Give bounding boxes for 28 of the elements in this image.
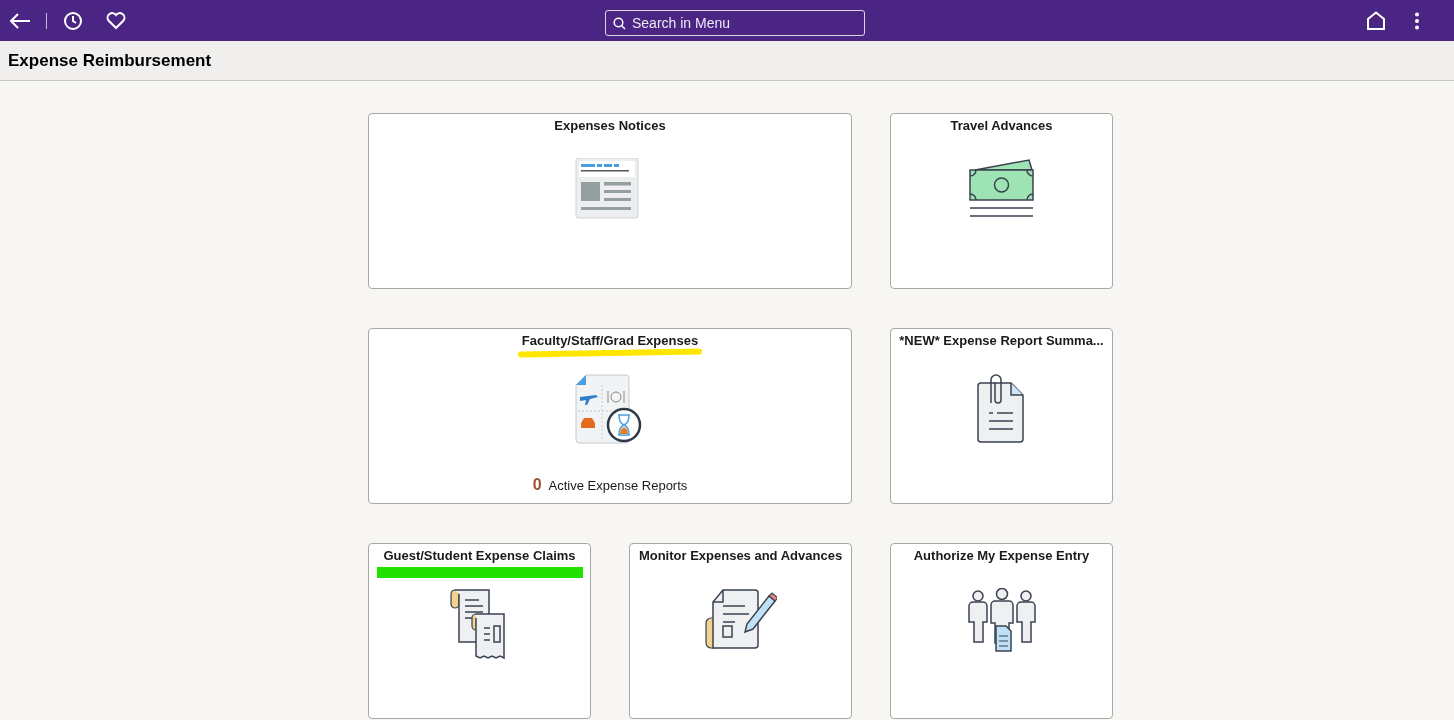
tile-title: Guest/Student Expense Claims [383,548,576,564]
tile-title: Faculty/Staff/Grad Expenses [521,333,699,349]
people-document-icon [966,588,1037,654]
home-icon[interactable] [1366,11,1386,30]
count-label: Active Expense Reports [548,477,688,495]
more-icon[interactable] [1414,12,1420,30]
tile[interactable]: Travel Advances [890,113,1113,289]
tile-title: Expenses Notices [554,118,666,134]
tile[interactable]: *NEW* Expense Report Summa... [890,328,1113,504]
tile-title: Travel Advances [950,118,1053,134]
tile[interactable]: Monitor Expenses and Advances [629,543,852,719]
search-icon [613,17,626,30]
tile-title: *NEW* Expense Report Summa... [899,333,1104,349]
attachment-document-icon [976,373,1027,443]
tile[interactable]: Expenses Notices [368,113,852,289]
tile-title: Authorize My Expense Entry [913,548,1090,564]
tile-title: Monitor Expenses and Advances [638,548,843,564]
count: 0 [532,475,542,495]
document-pencil-icon [704,588,777,650]
heart-icon[interactable] [106,11,126,30]
tile[interactable]: Guest/Student Expense Claims [368,543,591,719]
history-icon[interactable] [63,10,83,31]
tile[interactable]: Faculty/Staff/Grad Expenses 0 Active Expense Reports [368,328,852,504]
search-field[interactable]: Search in Menu [605,10,865,36]
tile[interactable]: Authorize My Expense Entry [890,543,1113,719]
money-icon [968,158,1035,220]
back-icon[interactable] [8,10,32,31]
page-title: Expense Reimbursement [8,49,212,72]
